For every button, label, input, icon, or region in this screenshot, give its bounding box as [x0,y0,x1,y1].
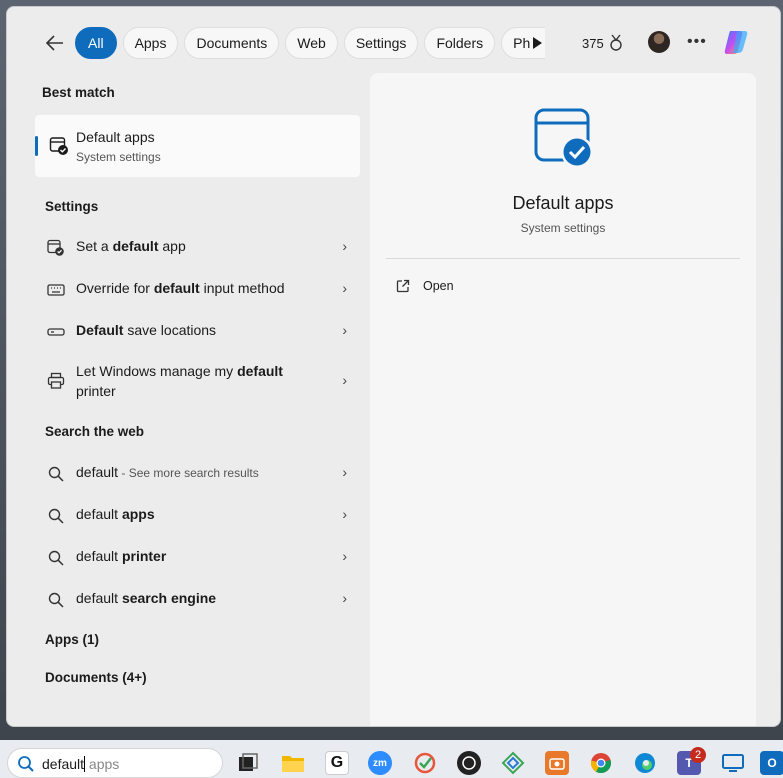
settings-item-label: Default save locations [76,322,217,338]
chevron-right-icon: › [342,548,347,564]
web-result-item[interactable]: default printer › [37,537,355,577]
web-result-item[interactable]: default apps › [37,495,355,535]
filter-chip-documents[interactable]: Documents [184,27,280,59]
edge-icon[interactable] [633,751,657,775]
file-explorer-icon[interactable] [281,751,305,775]
chevron-right-icon: › [342,590,347,606]
preview-title: Default apps [512,193,614,213]
taskbar-search-box[interactable]: default apps [7,748,223,778]
open-action[interactable]: Open [396,279,454,293]
preview-pane: Default apps System settings Open [370,73,756,726]
teams-notification-badge: 2 [690,747,706,763]
chevron-right-icon: › [342,280,347,296]
chrome-icon[interactable] [589,751,613,775]
screen-icon[interactable] [721,751,745,775]
search-icon [18,756,34,772]
best-match-item[interactable]: Default apps System settings [35,115,360,177]
chevron-right-icon: › [342,464,347,480]
default-apps-icon [49,136,69,159]
web-result-label: default apps [76,506,155,522]
points-value: 375 [582,35,604,51]
open-external-icon [396,279,410,293]
search-icon [47,507,65,525]
diamond-app-icon[interactable] [501,751,525,775]
zoom-icon[interactable]: zm [368,751,392,775]
filter-chip-folders[interactable]: Folders [424,27,496,59]
web-result-label: default search engine [76,590,217,606]
task-view-icon[interactable] [236,751,260,775]
search-input[interactable]: default apps [42,756,119,772]
settings-app-icon [47,239,65,257]
preview-subtitle: System settings [520,221,606,235]
check-app-icon[interactable] [413,751,437,775]
open-label: Open [423,279,454,293]
settings-item[interactable]: Let Windows manage my default printer › [37,357,355,405]
settings-item[interactable]: Override for default input method › [37,269,355,309]
search-icon [47,591,65,609]
search-web-heading: Search the web [45,424,145,439]
back-button[interactable] [43,31,67,55]
obs-icon[interactable] [457,751,481,775]
selection-indicator [35,136,38,156]
chevron-right-icon: › [342,322,347,338]
filter-chips: All Apps Documents Web Settings Folders Ph [75,27,546,59]
apps-group-heading[interactable]: Apps (1) [45,632,99,647]
taskbar: default apps G zm T O [0,740,783,778]
search-panel: All Apps Documents Web Settings Folders Ph 375… [6,6,781,727]
best-match-heading: Best match [42,85,115,100]
chevron-right-icon: › [342,238,347,254]
settings-item-label: Set a default app [76,238,186,254]
settings-item[interactable]: Set a default app › [37,227,355,267]
settings-item-label: Override for default input method [76,280,285,296]
search-icon [47,549,65,567]
scroll-filters-button[interactable] [527,33,547,53]
rewards-points[interactable]: 375 [582,34,624,52]
camera-app-icon[interactable] [545,751,569,775]
medal-icon [610,34,622,51]
keyboard-icon [47,281,65,299]
outlook-icon[interactable]: O [760,751,783,775]
settings-item[interactable]: Default save locations › [37,311,355,351]
settings-item-label: Let Windows manage my default printer [76,363,283,399]
best-match-title: Default apps [76,129,155,145]
documents-group-heading[interactable]: Documents (4+) [45,670,147,685]
search-icon [47,465,65,483]
divider [386,258,740,259]
web-result-item[interactable]: default - See more search results › [37,453,355,493]
filter-chip-web[interactable]: Web [285,27,338,59]
web-result-label: default printer [76,548,167,564]
play-icon [533,37,542,49]
web-result-item[interactable]: default search engine › [37,579,355,619]
best-match-subtitle: System settings [76,150,161,164]
back-arrow-icon [46,35,63,51]
chevron-right-icon: › [342,372,347,388]
avatar[interactable] [648,31,670,53]
chevron-right-icon: › [342,506,347,522]
drive-icon [47,323,65,341]
filter-chip-apps[interactable]: Apps [122,27,179,59]
default-apps-large-icon [533,107,595,169]
g-app-icon[interactable]: G [325,751,349,775]
more-options-icon[interactable]: ••• [687,33,707,51]
web-result-label: default - See more search results [76,464,259,480]
filter-bar: All Apps Documents Web Settings Folders Ph 375… [7,7,780,79]
settings-heading: Settings [45,199,99,214]
filter-chip-settings[interactable]: Settings [343,27,419,59]
printer-icon [47,372,65,390]
filter-chip-all[interactable]: All [75,27,117,59]
copilot-icon[interactable] [721,27,751,57]
